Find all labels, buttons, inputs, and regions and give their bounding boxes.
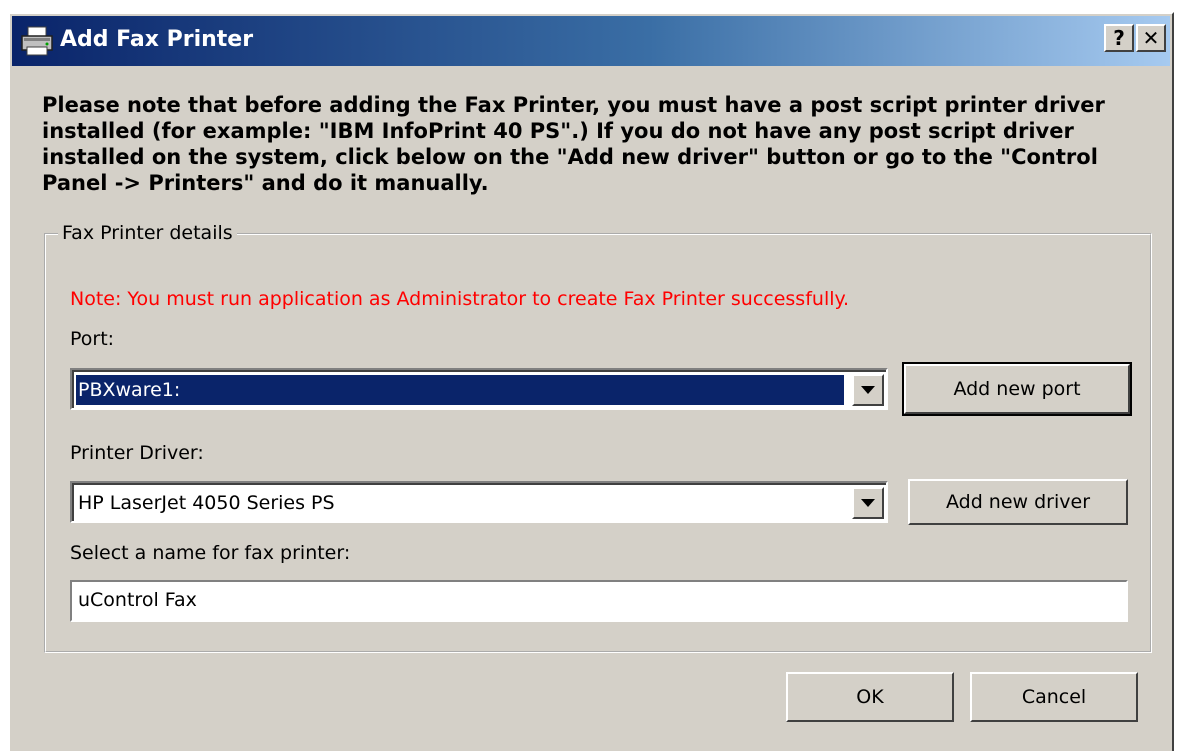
fax-printer-name-label: Select a name for fax printer: <box>70 542 351 564</box>
ok-button[interactable]: OK <box>786 672 954 722</box>
printer-driver-select-frame: HP LaserJet 4050 Series PS <box>72 483 886 521</box>
close-button[interactable]: ✕ <box>1136 24 1166 52</box>
add-fax-printer-dialog: Add Fax Printer ? ✕ Please note that bef… <box>8 12 1174 751</box>
port-select-frame: PBXware1: <box>72 370 886 408</box>
group-legend: Fax Printer details <box>58 221 237 245</box>
fax-printer-icon <box>20 25 54 57</box>
port-select[interactable]: PBXware1: <box>70 368 888 410</box>
window-title: Add Fax Printer <box>60 27 254 52</box>
help-button[interactable]: ? <box>1104 24 1134 52</box>
printer-driver-select[interactable]: HP LaserJet 4050 Series PS <box>70 481 888 523</box>
fax-printer-details-group: Fax Printer details Note: You must run a… <box>44 221 1152 653</box>
port-dropdown-button[interactable] <box>852 374 884 406</box>
port-label: Port: <box>70 328 115 350</box>
add-new-driver-button[interactable]: Add new driver <box>908 479 1128 525</box>
port-select-value: PBXware1: <box>75 374 845 406</box>
chevron-down-icon <box>861 386 875 394</box>
chevron-down-icon <box>861 499 875 507</box>
administrator-warning: Note: You must run application as Admini… <box>70 288 850 310</box>
printer-driver-dropdown-button[interactable] <box>852 487 884 519</box>
title-bar[interactable]: Add Fax Printer ? ✕ <box>12 16 1170 66</box>
printer-driver-select-value: HP LaserJet 4050 Series PS <box>78 492 335 514</box>
cancel-button[interactable]: Cancel <box>970 672 1138 722</box>
driver-requirement-note: Please note that before adding the Fax P… <box>42 93 1105 195</box>
close-icon: ✕ <box>1142 26 1160 50</box>
fax-printer-name-input[interactable]: uControl Fax <box>70 580 1128 622</box>
add-new-port-button[interactable]: Add new port <box>902 362 1132 416</box>
printer-driver-label: Printer Driver: <box>70 442 204 464</box>
